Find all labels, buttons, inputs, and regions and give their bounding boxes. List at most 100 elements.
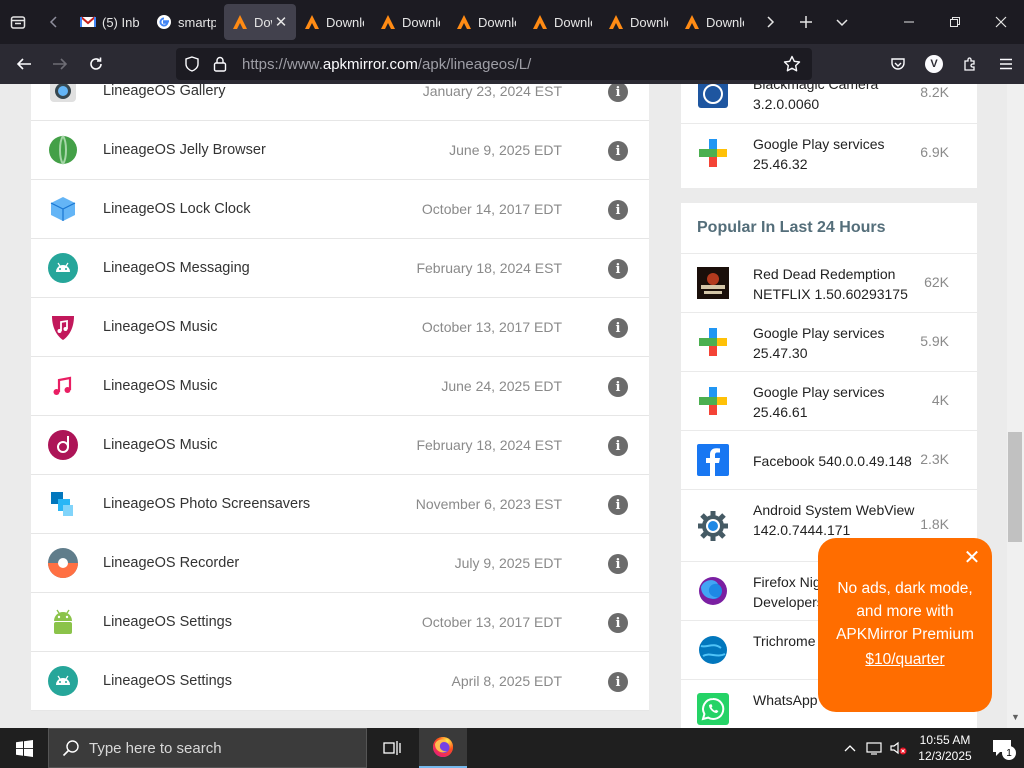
firefox-taskbar-icon[interactable] (419, 728, 467, 768)
firefox-nightly-icon[interactable] (697, 575, 729, 607)
app-name-link[interactable]: LineageOS Photo Screensavers (103, 496, 310, 512)
gallery-icon[interactable] (48, 84, 78, 106)
info-icon[interactable]: i (608, 672, 628, 692)
reload-icon[interactable] (78, 44, 114, 84)
sidebar-app-name[interactable]: Facebook 540.0.0.49.148 (753, 451, 918, 471)
promo-price-link[interactable]: $10/quarter (818, 651, 992, 669)
minimize-icon[interactable] (886, 0, 932, 44)
play-services-icon[interactable] (697, 385, 729, 417)
restore-icon[interactable] (932, 0, 978, 44)
bookmark-star-icon[interactable] (776, 48, 808, 80)
chevron-up-icon[interactable] (838, 728, 862, 768)
app-list-row[interactable]: LineageOS Recorder July 9, 2025 EDT i (31, 534, 649, 593)
app-name-link[interactable]: LineageOS Music (103, 319, 217, 335)
browser-tab[interactable]: smartphone (148, 4, 224, 40)
red-dead-icon[interactable] (697, 267, 729, 299)
sidebar-app-row[interactable]: Google Play services 25.47.30 5.9K (681, 312, 977, 371)
profile-avatar[interactable]: V (916, 44, 952, 84)
info-icon[interactable]: i (608, 200, 628, 220)
app-menu-icon[interactable] (988, 44, 1024, 84)
info-icon[interactable]: i (608, 554, 628, 574)
screensaver-icon[interactable] (48, 489, 78, 519)
app-list-row[interactable]: LineageOS Jelly Browser June 9, 2025 EDT i (31, 121, 649, 180)
play-services-icon[interactable] (697, 326, 729, 358)
browser-tab[interactable]: (5) Inbox (72, 4, 148, 40)
app-list-row[interactable]: LineageOS Lock Clock October 14, 2017 EDT… (31, 180, 649, 239)
sidebar-app-row[interactable]: Blackmagic Camera 3.2.0.0060 8.2K (681, 84, 977, 123)
app-name-link[interactable]: LineageOS Music (103, 378, 217, 394)
sidebar-app-row[interactable]: Google Play services 25.46.61 4K (681, 371, 977, 430)
app-name-link[interactable]: LineageOS Settings (103, 673, 232, 689)
sidebar-app-name[interactable]: Google Play services 25.46.32 (753, 134, 918, 174)
android-teal-icon[interactable] (48, 666, 78, 696)
browser-tab[interactable]: Download (372, 4, 448, 40)
app-list-row[interactable]: LineageOS Settings October 13, 2017 EDT i (31, 593, 649, 652)
app-list-row[interactable]: LineageOS Photo Screensavers November 6, … (31, 475, 649, 534)
app-name-link[interactable]: LineageOS Jelly Browser (103, 142, 266, 158)
browser-tab[interactable]: Download (296, 4, 372, 40)
app-list-row[interactable]: LineageOS Music February 18, 2024 EST i (31, 416, 649, 475)
music-disc-icon[interactable] (48, 430, 78, 460)
scroll-down-icon[interactable]: ▼ (1007, 712, 1024, 726)
app-list-row[interactable]: LineageOS Settings April 8, 2025 EDT i (31, 652, 649, 711)
app-name-link[interactable]: LineageOS Settings (103, 614, 232, 630)
taskbar-clock[interactable]: 10:55 AM 12/3/2025 (910, 732, 980, 764)
app-list-row[interactable]: LineageOS Messaging February 18, 2024 EST… (31, 239, 649, 298)
trichrome-icon[interactable] (697, 634, 729, 666)
browser-tab[interactable]: Download (448, 4, 524, 40)
browser-tab[interactable]: Download (676, 4, 752, 40)
info-icon[interactable]: i (608, 141, 628, 161)
list-all-tabs-icon[interactable] (824, 0, 860, 44)
new-tab-icon[interactable] (788, 0, 824, 44)
app-name-link[interactable]: LineageOS Gallery (103, 84, 226, 99)
info-icon[interactable]: i (608, 495, 628, 515)
scroll-tabs-right-icon[interactable] (752, 0, 788, 44)
forward-icon[interactable] (42, 44, 78, 84)
recorder-icon[interactable] (48, 548, 78, 578)
close-icon[interactable]: ✕ (962, 548, 982, 568)
music-pick-icon[interactable] (48, 312, 78, 342)
sidebar-app-name[interactable]: Android System WebView 142.0.7444.171 (753, 500, 918, 540)
close-tab-icon[interactable]: ✕ (274, 13, 288, 31)
scrollbar-thumb[interactable] (1008, 432, 1022, 542)
whatsapp-icon[interactable] (697, 693, 729, 725)
address-bar[interactable]: https://www.apkmirror.com/apk/lineageos/… (176, 48, 812, 80)
blackmagic-camera-icon[interactable] (697, 84, 729, 109)
sidebar-app-row[interactable]: Red Dead Redemption NETFLIX 1.50.6029317… (681, 253, 977, 312)
tab-manager-icon[interactable] (0, 0, 36, 44)
notification-center-icon[interactable]: 1 (980, 728, 1024, 768)
task-view-icon[interactable] (371, 728, 415, 768)
close-window-icon[interactable] (978, 0, 1024, 44)
extensions-puzzle-icon[interactable] (952, 44, 988, 84)
page-scrollbar[interactable]: ▼ (1007, 84, 1024, 728)
pocket-icon[interactable] (880, 44, 916, 84)
scroll-tabs-left-icon[interactable] (36, 0, 72, 44)
info-icon[interactable]: i (608, 613, 628, 633)
browser-tab[interactable]: Download✕ (224, 4, 296, 40)
info-icon[interactable]: i (608, 84, 628, 102)
info-icon[interactable]: i (608, 377, 628, 397)
webview-gear-icon[interactable] (697, 510, 729, 542)
browser-tab[interactable]: Download (600, 4, 676, 40)
sidebar-app-row[interactable]: Google Play services 25.46.32 6.9K (681, 123, 977, 182)
jelly-browser-icon[interactable] (48, 135, 78, 165)
lock-icon[interactable] (208, 48, 232, 80)
app-name-link[interactable]: LineageOS Messaging (103, 260, 250, 276)
sidebar-app-name[interactable]: Blackmagic Camera 3.2.0.0060 (753, 84, 918, 114)
music-note-icon[interactable] (48, 371, 78, 401)
info-icon[interactable]: i (608, 259, 628, 279)
app-name-link[interactable]: LineageOS Recorder (103, 555, 239, 571)
info-icon[interactable]: i (608, 436, 628, 456)
sidebar-app-row[interactable]: Facebook 540.0.0.49.148 2.3K (681, 430, 977, 489)
sidebar-app-name[interactable]: Red Dead Redemption NETFLIX 1.50.6029317… (753, 264, 918, 304)
lock-clock-icon[interactable] (48, 194, 78, 224)
android-teal-icon[interactable] (48, 253, 78, 283)
android-green-icon[interactable] (48, 607, 78, 637)
volume-muted-icon[interactable] (886, 728, 910, 768)
windows-start-icon[interactable] (0, 728, 48, 768)
app-list-row[interactable]: LineageOS Music June 24, 2025 EDT i (31, 357, 649, 416)
play-services-icon[interactable] (697, 137, 729, 169)
browser-tab[interactable]: Download (524, 4, 600, 40)
app-list-row[interactable]: LineageOS Gallery January 23, 2024 EST i (31, 84, 649, 121)
url-text[interactable]: https://www.apkmirror.com/apk/lineageos/… (242, 56, 531, 73)
